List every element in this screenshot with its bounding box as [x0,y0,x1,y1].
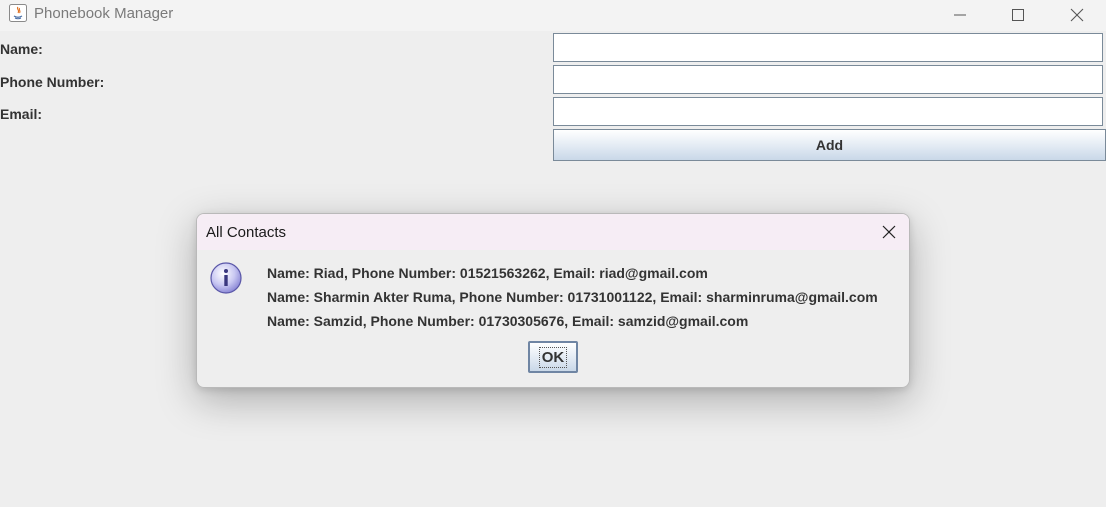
all-contacts-dialog: All Contacts Name: Riad, Phone Number: 0… [196,213,910,388]
contact-line: Name: Sharmin Akter Ruma, Phone Number: … [267,289,878,305]
minimize-icon [954,14,966,16]
name-field[interactable] [553,33,1103,62]
contact-line: Name: Riad, Phone Number: 01521563262, E… [267,265,708,281]
phone-number-field[interactable] [553,65,1103,94]
name-label: Name: [0,41,43,57]
ok-label: OK [538,346,568,368]
close-icon [1070,8,1084,22]
email-field[interactable] [553,97,1103,126]
maximize-icon [1012,9,1024,21]
close-icon [882,225,896,239]
minimize-button[interactable] [931,0,989,30]
dialog-title: All Contacts [206,224,287,241]
contact-line: Name: Samzid, Phone Number: 01730305676,… [267,313,749,329]
window-title: Phonebook Manager [34,5,174,22]
window-titlebar: Phonebook Manager [0,0,1106,31]
close-window-button[interactable] [1048,0,1106,30]
add-button[interactable]: Add [553,129,1106,161]
email-label: Email: [0,106,43,122]
dialog-close-button[interactable] [879,222,899,242]
ok-button[interactable]: OK [528,341,578,373]
maximize-button[interactable] [989,0,1047,30]
info-icon [209,261,243,295]
phone-number-label: Phone Number: [0,74,105,90]
dialog-titlebar: All Contacts [197,214,909,250]
java-app-icon [9,4,27,22]
